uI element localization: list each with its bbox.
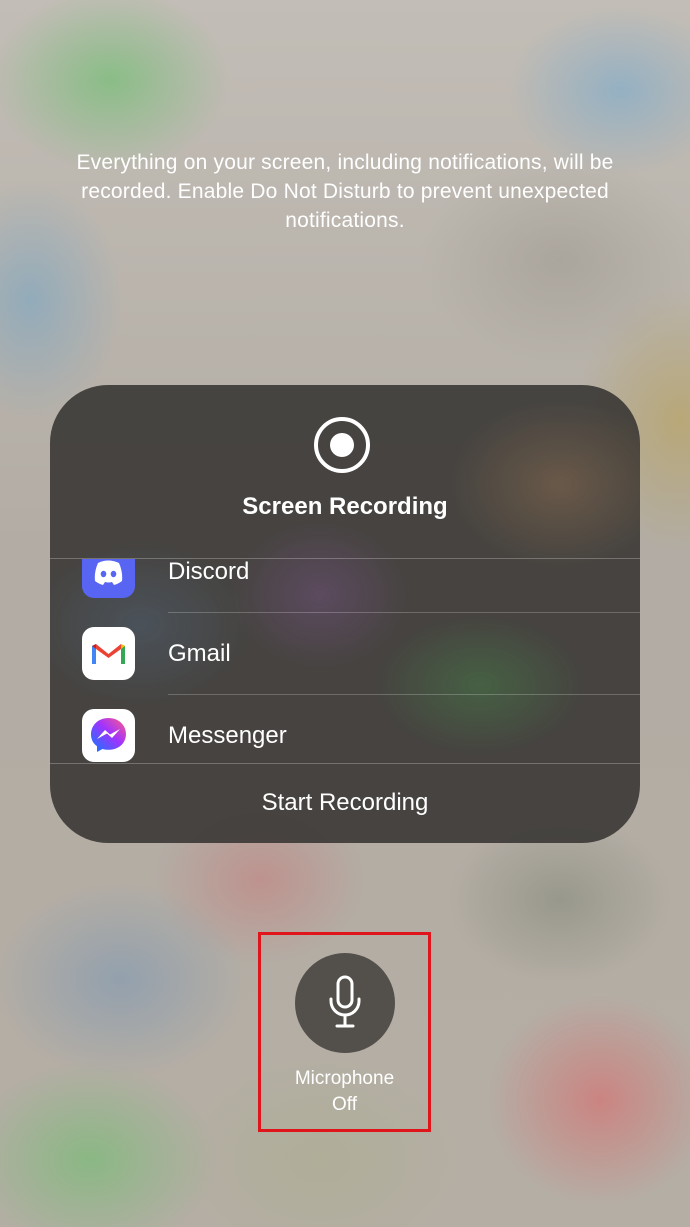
broadcast-app-list[interactable]: Discord Gmail Messenger — [50, 558, 640, 764]
record-icon — [314, 417, 370, 473]
gmail-icon — [82, 627, 135, 680]
microphone-toggle-button[interactable] — [295, 953, 395, 1053]
start-recording-button[interactable]: Start Recording — [50, 789, 640, 817]
list-item-discord[interactable]: Discord — [50, 558, 640, 613]
discord-icon — [82, 559, 135, 598]
screen-recording-panel: Screen Recording Discord Gmail Messenger… — [50, 385, 640, 843]
list-item-label: Gmail — [168, 640, 231, 667]
microphone-label: Microphone — [294, 1068, 395, 1089]
list-item-label: Discord — [168, 558, 250, 585]
panel-title: Screen Recording — [242, 493, 448, 520]
microphone-state: Off — [332, 1094, 357, 1115]
microphone-icon — [329, 975, 361, 1028]
list-item-gmail[interactable]: Gmail — [50, 613, 640, 695]
recording-info-text: Everything on your screen, including not… — [76, 151, 614, 232]
list-item-label: Messenger — [168, 722, 287, 749]
list-item-messenger[interactable]: Messenger — [50, 695, 640, 763]
messenger-icon — [82, 709, 135, 762]
